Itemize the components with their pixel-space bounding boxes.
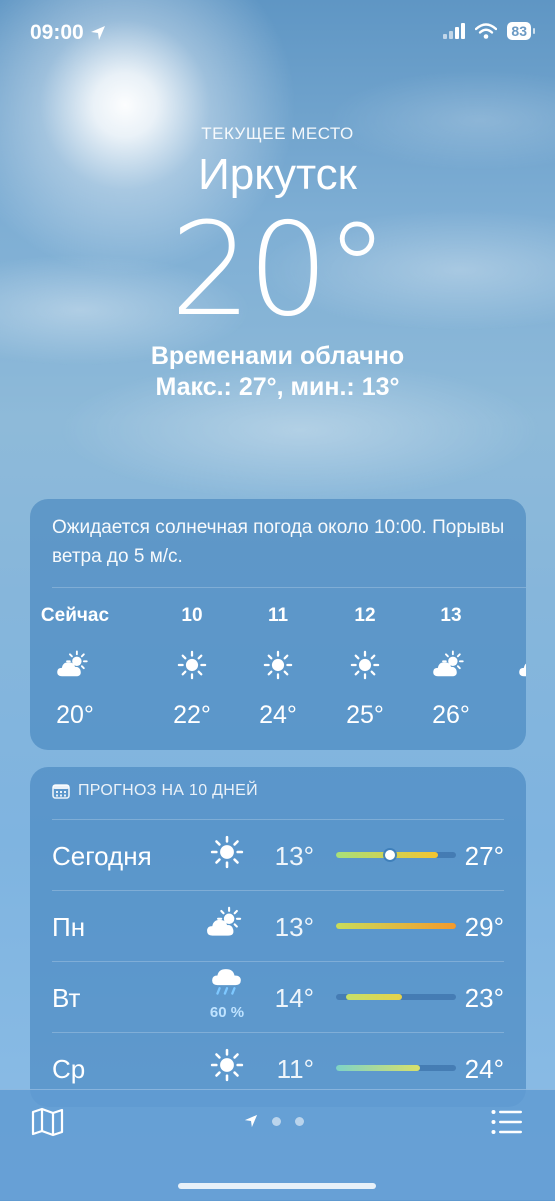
home-indicator[interactable] [178, 1183, 376, 1189]
hour-label: 13 [440, 605, 462, 626]
temperature-range-fill [336, 923, 456, 929]
sun-icon [320, 647, 410, 683]
hour-temperature: 25° [346, 701, 384, 729]
hour-temperature: 22° [173, 701, 211, 729]
hour-temperature: 20° [56, 701, 94, 729]
partly-cloudy-icon [206, 906, 248, 945]
rain-cloud-icon [210, 967, 244, 1006]
location-arrow-icon [90, 26, 105, 40]
hour-label: Сейчас [40, 605, 110, 626]
low-temperature: 11° [276, 1054, 314, 1084]
forecast-title: ПРОГНОЗ НА 10 ДНЕЙ [78, 782, 258, 799]
city-name: Иркутск [198, 150, 357, 199]
high-temperature: 23° [464, 983, 504, 1013]
day-label: Пн [52, 912, 86, 942]
temperature-range-bar [336, 923, 456, 929]
map-icon[interactable] [31, 1107, 65, 1137]
bottom-toolbar [0, 1089, 555, 1201]
hourly-item: 13 26° [406, 605, 496, 730]
page-dot[interactable] [295, 1116, 304, 1126]
partly-cloudy-icon [492, 647, 526, 683]
partly-cloudy-icon [30, 647, 120, 683]
hourly-item: 11 24° [233, 605, 323, 730]
calendar-icon [52, 784, 70, 799]
page-dot[interactable] [272, 1116, 281, 1126]
high-temperature: 29° [464, 912, 504, 942]
ten-day-forecast-card[interactable]: ПРОГНОЗ НА 10 ДНЕЙ Сегодня 13° 27° Пн 13° 29… [30, 767, 526, 1107]
current-location-label: ТЕКУЩЕЕ МЕСТО [201, 124, 354, 143]
current-temperature: 20° [170, 196, 389, 345]
day-label: Сегодня [52, 841, 152, 871]
divider [52, 1032, 504, 1033]
battery-level: 83 [507, 22, 535, 40]
temperature-range-fill [336, 1065, 420, 1071]
forecast-row[interactable]: Вт 60 % 14° 23° [52, 961, 504, 1033]
sun-icon [147, 647, 237, 683]
high-temperature: 24° [464, 1054, 504, 1084]
sun-icon [233, 647, 323, 683]
day-label: Вт [52, 983, 81, 1013]
hourly-item: 2 [492, 605, 526, 730]
hour-temperature: 24° [259, 701, 297, 729]
forecast-row[interactable]: Пн 13° 29° [52, 890, 504, 962]
sun-icon [210, 835, 244, 874]
weather-condition: Временами облачно [150, 342, 405, 370]
high-temperature: 27° [464, 841, 504, 871]
hour-label: 12 [354, 605, 376, 626]
hour-label: 10 [181, 605, 203, 626]
hourly-item: 10 22° [147, 605, 237, 730]
hourly-summary: Ожидается солнечная погода около 10:00. … [52, 517, 505, 567]
divider [52, 587, 526, 588]
hourly-item: Сейчас 20° [30, 605, 120, 730]
forecast-row[interactable]: Сегодня 13° 27° [52, 819, 504, 891]
day-label: Ср [52, 1054, 86, 1084]
hourly-forecast-card[interactable]: Ожидается солнечная погода около 10:00. … [30, 499, 526, 750]
precipitation-chance: 60 % [209, 1004, 245, 1021]
location-arrow-icon [244, 1114, 258, 1128]
low-temperature: 14° [274, 983, 314, 1013]
page-indicator[interactable] [244, 1114, 304, 1128]
temperature-range-bar [336, 994, 456, 1000]
temperature-range-bar [336, 850, 456, 860]
status-time: 09:00 [30, 21, 106, 45]
divider [52, 890, 504, 891]
forecast-header: ПРОГНОЗ НА 10 ДНЕЙ [52, 782, 258, 800]
status-indicators: 83 [443, 22, 535, 40]
current-temp-marker [385, 850, 395, 860]
low-temperature: 13° [274, 912, 314, 942]
list-icon[interactable] [491, 1109, 523, 1135]
divider [52, 961, 504, 962]
temperature-range-bar [336, 1065, 456, 1071]
hour-temperature: 2 [492, 701, 526, 730]
partly-cloudy-icon [406, 647, 496, 683]
wifi-icon [475, 23, 498, 39]
divider [52, 819, 504, 820]
sun-icon [210, 1048, 244, 1087]
hour-label [492, 605, 526, 631]
cellular-signal-icon [443, 23, 466, 39]
hour-temperature: 26° [432, 701, 470, 729]
low-temperature: 13° [274, 841, 314, 871]
high-low-temperature: Макс.: 27°, мин.: 13° [155, 373, 400, 401]
clock: 09:00 [30, 21, 84, 44]
hour-label: 11 [267, 605, 289, 626]
hourly-item: 12 25° [320, 605, 410, 730]
temperature-range-fill [345, 994, 402, 1000]
